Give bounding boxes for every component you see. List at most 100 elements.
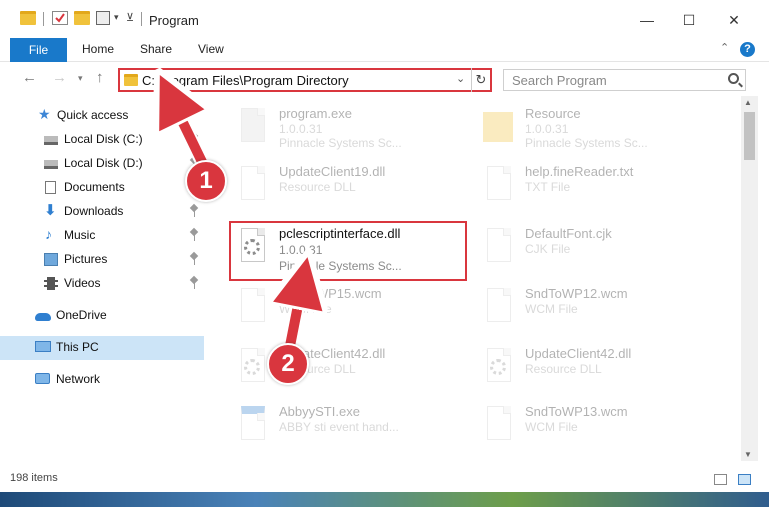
file-item-abbyysti[interactable]: AbbyySTI.exe ABBY sti event hand... — [235, 402, 475, 450]
file-item-sndtowp13[interactable]: SndToWP13.wcm WCM File — [481, 402, 721, 450]
sidebar-item-label: Quick access — [57, 108, 129, 122]
window-title: Program — [149, 13, 199, 28]
tab-share[interactable]: Share — [140, 42, 172, 56]
file-icon — [481, 286, 515, 326]
drive-icon — [44, 160, 58, 169]
file-item-resource[interactable]: Resource 1.0.0.31 Pinnacle Systems Sc... — [481, 104, 721, 152]
scroll-down-icon[interactable]: ▼ — [744, 450, 752, 459]
pin-icon[interactable] — [190, 277, 199, 289]
sidebar-item-network[interactable]: Network — [0, 368, 204, 392]
sidebar-item-pictures[interactable]: Pictures — [0, 248, 204, 272]
download-icon: ⬇ — [44, 202, 57, 219]
tab-home[interactable]: Home — [82, 42, 114, 56]
folder-icon — [481, 106, 515, 146]
sidebar-item-label: Downloads — [64, 204, 124, 218]
computer-icon — [35, 341, 51, 352]
sidebar-item-label: Music — [64, 228, 96, 242]
pin-icon[interactable] — [190, 229, 199, 241]
desktop-background — [0, 492, 769, 507]
search-box[interactable]: Search Program — [503, 69, 746, 91]
file-item-defaultfont[interactable]: DefaultFont.cjk CJK File — [481, 224, 721, 272]
file-item-help-finereader[interactable]: help.fineReader.txt TXT File — [481, 162, 721, 210]
customize-toolbar-icon[interactable]: ⊻ — [126, 11, 134, 24]
sidebar-item-downloads[interactable]: ⬇ Downloads — [0, 200, 204, 224]
drive-icon — [44, 136, 58, 145]
chevron-down-icon[interactable]: ▾ — [114, 12, 119, 23]
search-input[interactable]: Search Program — [512, 73, 607, 88]
view-options-icon[interactable] — [96, 11, 110, 25]
divider — [141, 12, 142, 26]
sidebar-item-this-pc[interactable]: This PC — [0, 336, 204, 360]
file-version: 1.0.0.31 — [525, 122, 569, 136]
file-type: CJK File — [525, 242, 571, 256]
file-type: Resource DLL — [279, 180, 356, 194]
status-bar: 198 items — [0, 468, 769, 492]
sidebar-item-quick-access[interactable]: ★ Quick access — [0, 104, 204, 128]
tab-view[interactable]: View — [198, 42, 224, 56]
navigation-bar: ← → ▾ ↑ C:\Program Files\Program Directo… — [0, 62, 769, 96]
sidebar-item-label: Documents — [64, 180, 125, 194]
back-arrow-icon[interactable]: ← — [22, 69, 37, 86]
file-name: help.fineReader.txt — [525, 164, 634, 179]
sidebar-item-label: Network — [56, 372, 101, 386]
music-icon: ♪ — [45, 226, 52, 242]
minimize-button[interactable]: — — [636, 9, 658, 31]
pin-icon[interactable] — [190, 205, 199, 217]
sidebar-item-label: OneDrive — [56, 308, 107, 322]
file-type: Resource DLL — [525, 362, 602, 376]
sidebar-item-label: Local Disk (C:) — [64, 132, 143, 146]
step-2-badge: 2 — [267, 343, 309, 385]
file-name: Resource — [525, 106, 581, 121]
file-name: program.exe — [279, 106, 352, 121]
pin-icon[interactable] — [190, 133, 199, 145]
pictures-icon — [44, 253, 58, 266]
sidebar-item-onedrive[interactable]: OneDrive — [0, 304, 204, 328]
close-button[interactable]: ✕ — [723, 9, 745, 31]
tab-file[interactable]: File — [10, 38, 67, 62]
item-count: 198 items — [10, 472, 58, 484]
up-arrow-icon[interactable]: ↑ — [96, 69, 104, 86]
file-item-updateclient19[interactable]: UpdateClient19.dll Resource DLL — [235, 162, 475, 210]
sidebar-item-documents[interactable]: Documents — [0, 176, 204, 200]
file-item-sndtowp15[interactable]: SndToWP15.wcm WCM File — [235, 284, 475, 332]
chevron-down-icon[interactable]: ⌄ — [456, 72, 465, 85]
exe-icon — [235, 106, 269, 146]
scrollbar-thumb[interactable] — [744, 112, 755, 160]
vertical-scrollbar[interactable]: ▲ ▼ — [741, 96, 758, 461]
search-icon[interactable] — [728, 73, 739, 84]
maximize-button[interactable]: ☐ — [678, 9, 700, 31]
new-folder-icon[interactable] — [74, 11, 90, 25]
file-name: SndToWP13.wcm — [525, 404, 628, 419]
forward-arrow-icon[interactable]: → — [52, 69, 67, 86]
file-type: WCM File — [525, 420, 578, 434]
network-icon — [35, 373, 50, 384]
details-view-icon[interactable] — [714, 474, 727, 485]
file-icon — [235, 286, 269, 326]
file-item-sndtowp12[interactable]: SndToWP12.wcm WCM File — [481, 284, 721, 332]
step-1-badge: 1 — [185, 160, 227, 202]
sidebar-item-local-disk-c[interactable]: Local Disk (C:) — [0, 128, 204, 152]
help-icon[interactable]: ? — [740, 42, 755, 57]
explorer-window: ▾ ⊻ Program — ☐ ✕ File Home Share View ⌃… — [0, 0, 769, 492]
file-item-program-exe[interactable]: program.exe 1.0.0.31 Pinnacle Systems Sc… — [235, 104, 475, 152]
sidebar-item-videos[interactable]: Videos — [0, 272, 204, 296]
scroll-up-icon[interactable]: ▲ — [744, 98, 752, 107]
file-highlight-box — [229, 221, 467, 281]
pin-icon[interactable] — [190, 253, 199, 265]
properties-icon[interactable] — [52, 11, 68, 25]
sidebar-item-music[interactable]: ♪ Music — [0, 224, 204, 248]
sidebar-item-label: Local Disk (D:) — [64, 156, 143, 170]
file-item-updateclient42-b[interactable]: UpdateClient42.dll Resource DLL — [481, 344, 721, 392]
file-type: ABBY sti event hand... — [279, 420, 399, 434]
navigation-pane: ★ Quick access Local Disk (C:) Local Dis… — [0, 100, 206, 460]
title-bar: ▾ ⊻ Program — ☐ ✕ — [0, 0, 769, 38]
chevron-up-icon[interactable]: ⌃ — [720, 41, 729, 54]
refresh-icon[interactable]: ↻ — [471, 68, 490, 92]
txt-icon — [481, 164, 515, 204]
large-icons-view-icon[interactable] — [738, 474, 751, 485]
address-path[interactable]: C:\Program Files\Program Directory — [142, 73, 349, 88]
folder-icon — [124, 74, 138, 86]
recent-locations-icon[interactable]: ▾ — [78, 73, 83, 84]
sidebar-item-local-disk-d[interactable]: Local Disk (D:) — [0, 152, 204, 176]
address-bar[interactable]: C:\Program Files\Program Directory ⌄ ↻ — [118, 68, 492, 92]
